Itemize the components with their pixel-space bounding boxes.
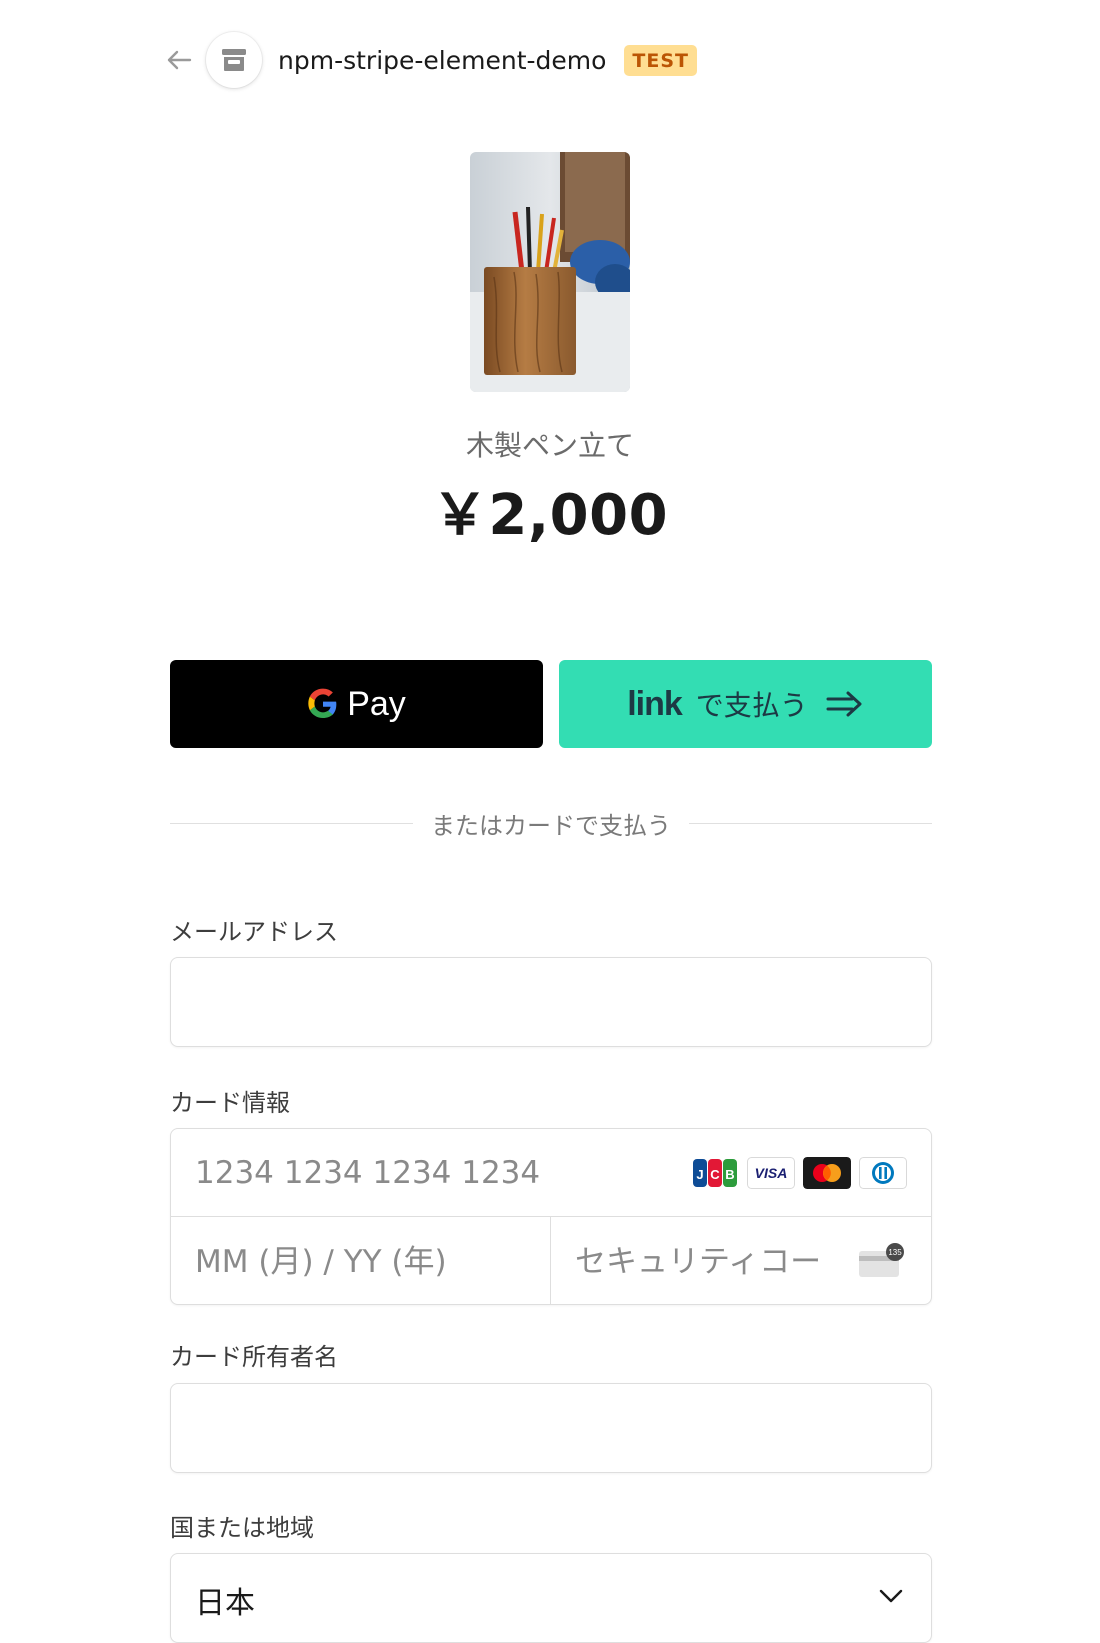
- svg-text:VISA: VISA: [755, 1165, 788, 1181]
- jcb-icon: J C B: [691, 1157, 739, 1189]
- google-pay-label: Pay: [347, 684, 406, 723]
- svg-text:J: J: [696, 1167, 703, 1182]
- storefront-icon: [222, 49, 246, 71]
- merchant-name: npm-stripe-element-demo: [278, 45, 607, 75]
- card-info-group: J C B VISA: [170, 1128, 932, 1305]
- product-name: 木製ペン立て: [465, 429, 634, 462]
- divider-line-right: [689, 823, 932, 824]
- cvc-icon-digits: 135: [888, 1248, 902, 1257]
- email-label: メールアドレス: [170, 918, 338, 946]
- back-button[interactable]: [166, 47, 192, 73]
- card-number-input[interactable]: [171, 1129, 651, 1217]
- google-pay-button[interactable]: Pay: [170, 660, 543, 748]
- cardholder-name-field[interactable]: [171, 1384, 931, 1472]
- svg-text:B: B: [725, 1167, 734, 1182]
- email-field-container: [170, 957, 932, 1047]
- merchant-avatar: [206, 32, 262, 88]
- express-checkout: Pay link で支払う: [170, 660, 932, 748]
- link-pay-label: で支払う: [695, 689, 808, 722]
- mastercard-icon: [803, 1157, 851, 1189]
- link-pay-button[interactable]: link で支払う: [559, 660, 932, 748]
- card-brands: J C B VISA: [691, 1157, 907, 1189]
- country-select-value: 日本: [195, 1586, 255, 1621]
- or-divider: またはカードで支払う: [170, 806, 932, 841]
- country-label: 国または地域: [170, 1514, 314, 1542]
- product-price: ￥2,000: [431, 483, 669, 548]
- cardholder-name-field-container: [170, 1383, 932, 1473]
- cvc-input[interactable]: [551, 1217, 851, 1304]
- expiry-input[interactable]: [171, 1217, 551, 1304]
- visa-icon: VISA: [747, 1157, 795, 1189]
- chevron-down-icon: [879, 1588, 903, 1607]
- svg-text:C: C: [710, 1167, 720, 1182]
- cardholder-name-label: カード所有者名: [170, 1343, 338, 1371]
- divider-text: またはカードで支払う: [431, 812, 671, 840]
- card-bottom-row: 135: [171, 1217, 931, 1304]
- divider-line-left: [170, 823, 413, 824]
- test-mode-badge: TEST: [624, 44, 698, 76]
- google-g-icon: [308, 688, 337, 718]
- email-field[interactable]: [171, 958, 931, 1046]
- double-arrow-right-icon: [826, 690, 864, 718]
- card-info-label: カード情報: [170, 1089, 290, 1117]
- arrow-left-icon[interactable]: [166, 49, 192, 71]
- country-select[interactable]: 日本: [170, 1553, 932, 1643]
- link-logo: link: [627, 684, 683, 723]
- cvc-card-icon: 135: [857, 1243, 905, 1283]
- card-number-row: J C B VISA: [171, 1129, 931, 1217]
- diners-club-icon: [859, 1157, 907, 1189]
- product-image: [470, 152, 630, 392]
- header: npm-stripe-element-demo TEST: [166, 30, 698, 90]
